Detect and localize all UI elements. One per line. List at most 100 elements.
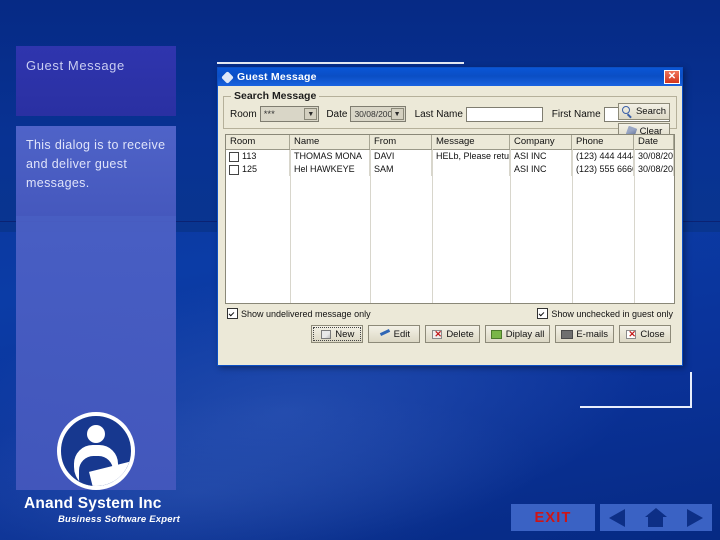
column-header-phone[interactable]: Phone — [572, 135, 634, 149]
delete-button[interactable]: Delete — [425, 325, 480, 343]
cell-message: HELb, Please return — [432, 150, 510, 163]
row-checkbox[interactable] — [229, 151, 239, 162]
search-fields-row: Room *** ▼ Date 30/08/2006 ▼ Last Name F… — [230, 106, 670, 122]
column-header-name[interactable]: Name — [290, 135, 370, 149]
display-all-icon — [490, 329, 503, 340]
emails-button[interactable]: E-mails — [555, 325, 614, 343]
column-header-room[interactable]: Room — [226, 135, 290, 149]
close-button[interactable]: Close — [619, 325, 671, 343]
new-button[interactable]: New — [311, 325, 364, 343]
cell-room[interactable]: 113 — [226, 150, 290, 163]
delete-icon — [431, 329, 443, 340]
display-all-button-label: Diplay all — [505, 328, 545, 340]
grid-column-divider — [290, 149, 291, 303]
grid-column-divider — [572, 149, 573, 303]
back-arrow-icon[interactable] — [606, 506, 630, 529]
search-group-legend: Search Message — [231, 90, 320, 102]
chevron-down-icon[interactable]: ▼ — [304, 108, 318, 120]
last-name-label: Last Name — [414, 108, 463, 120]
slide-title: Guest Message — [26, 58, 125, 73]
app-icon — [222, 72, 233, 83]
cell-room[interactable]: 125 — [226, 163, 290, 176]
new-icon — [320, 329, 332, 340]
checkbox-box[interactable] — [227, 308, 238, 319]
table-row[interactable]: 125 Hel HAWKEYE SAM ASI INC (123) 555 66… — [226, 163, 674, 176]
person-circle-logo-icon — [57, 412, 135, 490]
dialog-button-bar: New Edit Delete Diplay all E-mails — [229, 325, 671, 343]
edit-button-label: Edit — [393, 328, 410, 340]
brand-tagline: Business Software Expert — [58, 514, 181, 525]
exit-button-label: EXIT — [534, 509, 572, 526]
search-button-label: Search — [635, 106, 667, 117]
checkbox-box[interactable] — [537, 308, 549, 319]
calendar-chevron-down-icon[interactable]: ▼ — [390, 108, 404, 120]
cell-name: Hel HAWKEYE — [290, 163, 370, 176]
guest-message-dialog: Guest Message ✕ Search Message Room *** … — [217, 67, 683, 366]
cell-company: ASI INC — [510, 163, 572, 176]
date-label: Date — [326, 108, 348, 120]
column-header-date[interactable]: Date — [634, 135, 674, 149]
room-select[interactable]: *** ▼ — [259, 106, 320, 122]
email-icon — [561, 329, 574, 340]
cell-room-text: 125 — [242, 164, 258, 174]
forward-arrow-icon[interactable] — [682, 506, 706, 529]
dialog-top-highlight — [217, 62, 464, 64]
home-icon[interactable] — [644, 506, 668, 529]
cell-message — [432, 163, 510, 176]
cell-from: SAM — [370, 163, 432, 176]
navigation-bar — [600, 504, 712, 531]
cell-date: 30/08/2006 P — [634, 163, 674, 176]
dialog-title: Guest Message — [237, 71, 317, 83]
brand-name: Anand System Inc — [24, 495, 162, 512]
room-label: Room — [230, 108, 257, 120]
cell-date: 30/08/2006 P — [634, 150, 674, 163]
grid-column-divider — [370, 149, 371, 303]
column-header-from[interactable]: From — [370, 135, 432, 149]
slide-title-panel: Guest Message — [16, 46, 176, 116]
edit-icon — [379, 328, 391, 340]
grid-column-divider — [510, 149, 511, 303]
cell-phone: (123) 444 4444 — [572, 150, 634, 163]
column-header-company[interactable]: Company — [510, 135, 572, 149]
edit-button[interactable]: Edit — [368, 325, 421, 343]
close-button-label: Close — [640, 328, 665, 340]
magnifier-icon — [621, 106, 633, 117]
slide-description: This dialog is to receive and deliver gu… — [26, 138, 166, 190]
cell-room-text: 113 — [242, 151, 257, 161]
messages-grid[interactable]: Room Name From Message Company Phone Dat… — [225, 134, 675, 304]
slide-canvas: Guest Message This dialog is to receive … — [0, 0, 720, 540]
new-button-label: New — [335, 328, 355, 340]
cell-from: DAVI — [370, 150, 432, 163]
exit-button[interactable]: EXIT — [511, 504, 595, 531]
room-value: *** — [263, 108, 275, 120]
search-message-group: Search Message Room *** ▼ Date 30/08/200… — [223, 90, 677, 140]
dialog-title-bar[interactable]: Guest Message ✕ — [218, 68, 682, 86]
row-checkbox[interactable] — [229, 164, 239, 175]
close-icon[interactable]: ✕ — [664, 70, 680, 84]
left-panel-column: Guest Message This dialog is to receive … — [16, 46, 176, 216]
decorative-vertical-line — [690, 372, 692, 408]
column-header-message[interactable]: Message — [432, 135, 510, 149]
grid-header-row: Room Name From Message Company Phone Dat… — [226, 135, 674, 150]
cell-phone: (123) 555 6666 — [572, 163, 634, 176]
first-name-label: First Name — [551, 108, 601, 120]
grid-column-divider — [432, 149, 433, 303]
slide-description-panel: This dialog is to receive and deliver gu… — [16, 126, 176, 216]
display-all-button[interactable]: Diplay all — [484, 325, 551, 343]
emails-button-label: E-mails — [576, 328, 608, 340]
decorative-horizontal-line — [580, 406, 692, 408]
footer-options: Show undelivered message only Show unche… — [227, 308, 673, 319]
show-undelivered-label: Show undelivered message only — [241, 308, 371, 319]
cell-name: THOMAS MONA — [290, 150, 370, 163]
show-unchecked-guest-checkbox[interactable]: Show unchecked in guest only — [537, 308, 673, 319]
table-row[interactable]: 113 THOMAS MONA DAVI HELb, Please return… — [226, 150, 674, 163]
show-undelivered-checkbox[interactable]: Show undelivered message only — [227, 308, 371, 319]
cell-company: ASI INC — [510, 150, 572, 163]
dialog-body: Search Message Room *** ▼ Date 30/08/200… — [218, 86, 682, 343]
close-icon — [625, 329, 637, 340]
grid-column-divider — [634, 149, 635, 303]
show-unchecked-guest-label: Show unchecked in guest only — [551, 308, 673, 319]
search-button[interactable]: Search — [618, 103, 670, 120]
date-picker[interactable]: 30/08/2006 ▼ — [350, 106, 406, 122]
last-name-input[interactable] — [465, 106, 543, 122]
